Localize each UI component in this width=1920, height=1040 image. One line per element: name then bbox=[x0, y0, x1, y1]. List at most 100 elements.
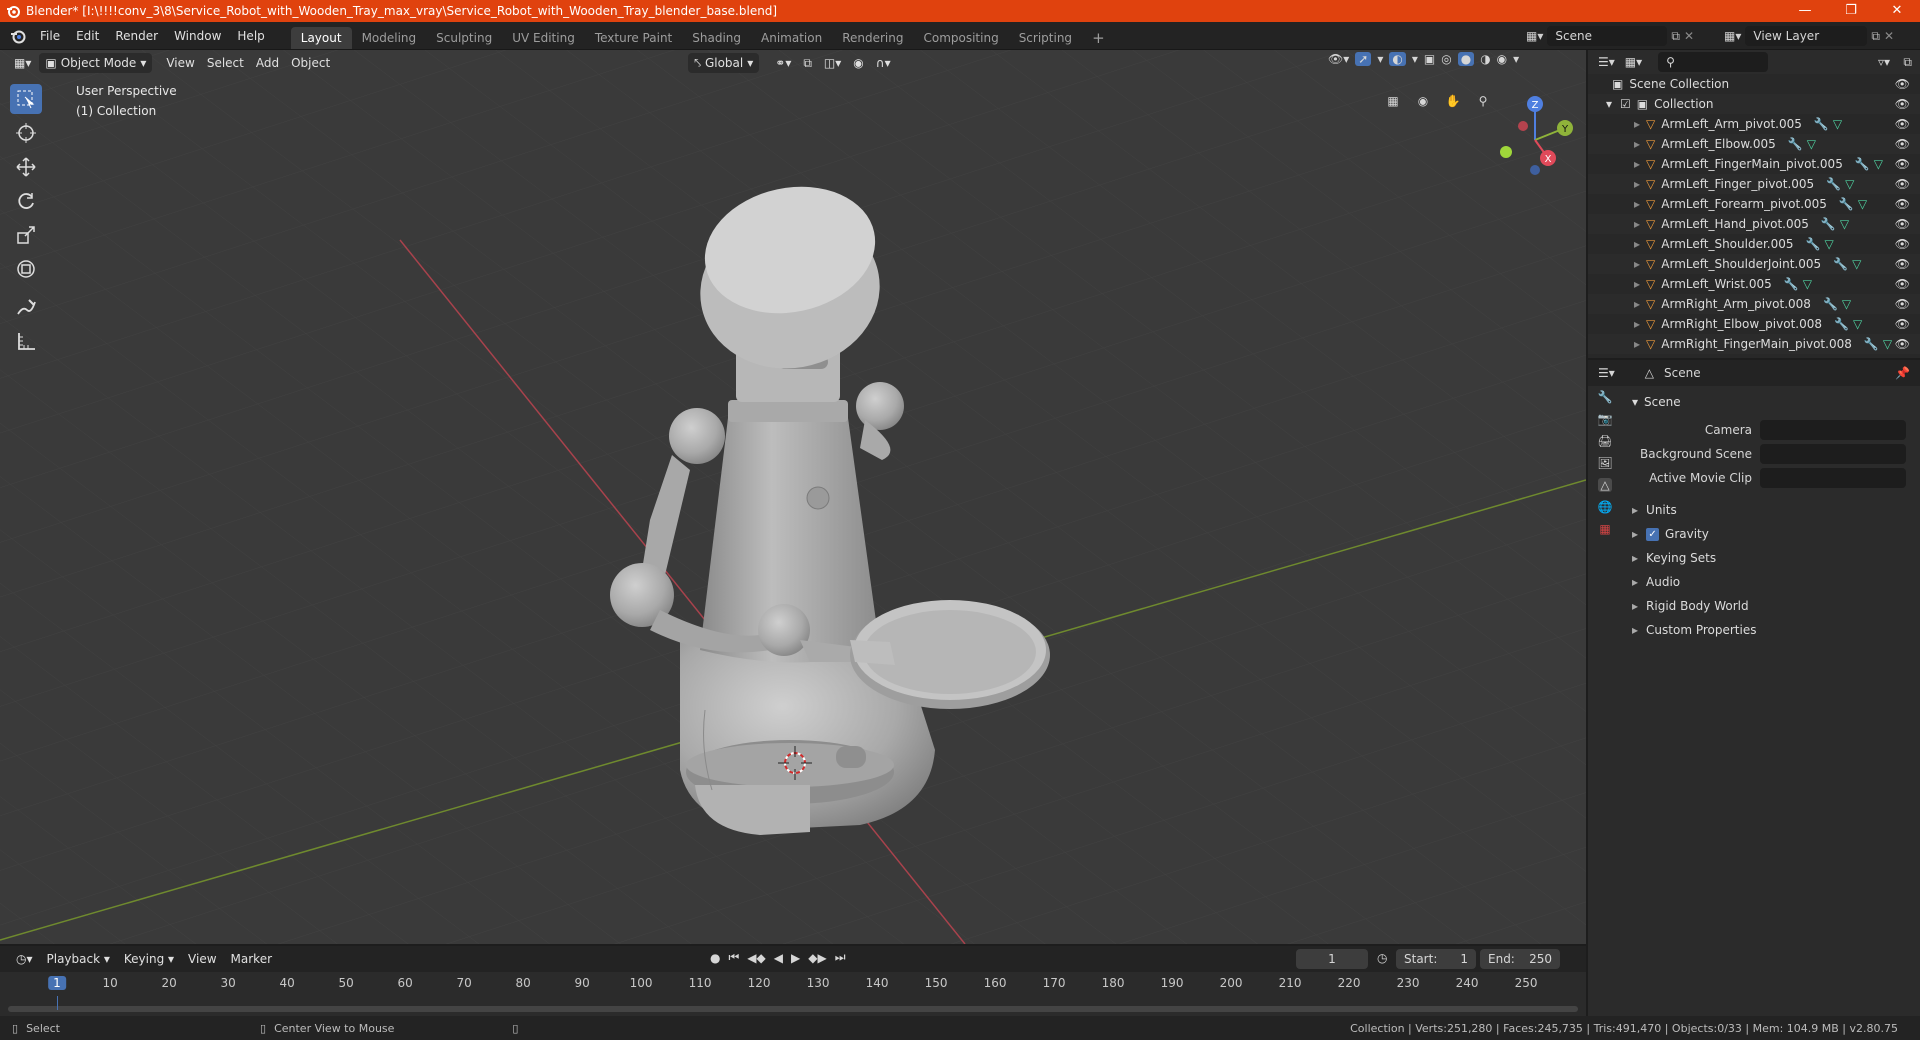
filter-icon[interactable]: ▿▾ bbox=[1878, 55, 1890, 69]
modifier-wrench-icon[interactable]: 🔧 bbox=[1814, 117, 1829, 131]
add-workspace-icon[interactable]: + bbox=[1082, 27, 1115, 49]
eye-icon[interactable]: 👁 bbox=[1895, 197, 1910, 211]
eye-icon[interactable]: 👁 bbox=[1895, 237, 1910, 251]
eye-icon[interactable]: 👁 bbox=[1895, 277, 1910, 291]
tab-shading[interactable]: Shading bbox=[682, 27, 751, 49]
gizmo-neg-y[interactable] bbox=[1500, 146, 1512, 158]
play-icon[interactable]: ▶ bbox=[791, 951, 800, 965]
frame-ruler[interactable]: 1 10 20 30 40 50 60 70 80 90 100 110 120 130 140 150 160… bbox=[0, 976, 1586, 996]
scene-selector-icon[interactable]: ▦▾ bbox=[1526, 29, 1543, 43]
outliner-scene-collection[interactable]: ▣ Scene Collection 👁 bbox=[1588, 74, 1920, 94]
gizmo-neg-x[interactable] bbox=[1518, 121, 1528, 131]
property-field[interactable] bbox=[1760, 444, 1906, 464]
annotate-icon[interactable] bbox=[10, 292, 42, 322]
modifier-wrench-icon[interactable]: 🔧 bbox=[1834, 317, 1849, 331]
property-field[interactable] bbox=[1760, 468, 1906, 488]
new-scene-icon[interactable]: ⧉ bbox=[1671, 29, 1680, 44]
eye-icon[interactable]: 👁 bbox=[1895, 317, 1910, 331]
tab-layout[interactable]: Layout bbox=[290, 26, 352, 49]
gizmo-neg-z[interactable] bbox=[1530, 165, 1540, 175]
mesh-data-icon[interactable]: ▽ bbox=[1842, 297, 1851, 311]
minimize-icon[interactable]: — bbox=[1782, 0, 1828, 22]
start-frame-field[interactable]: Start: 1 bbox=[1396, 949, 1476, 969]
blender-menu-icon[interactable] bbox=[10, 28, 26, 44]
menu-view[interactable]: View bbox=[160, 52, 200, 74]
expand-arrow-icon[interactable]: ▸ bbox=[1634, 277, 1640, 291]
gizmo-toggle-icon[interactable]: ➚ bbox=[1355, 52, 1372, 66]
eye-icon[interactable]: 👁 bbox=[1895, 217, 1910, 231]
jump-end-icon[interactable]: ⏭ bbox=[835, 950, 846, 965]
mesh-data-icon[interactable]: ▽ bbox=[1824, 237, 1833, 251]
modifier-wrench-icon[interactable]: 🔧 bbox=[1833, 257, 1848, 271]
outliner-object-row[interactable]: ▸ ▽ ArmLeft_Shoulder.005 🔧 ▽ 👁 bbox=[1588, 234, 1920, 254]
overlay-toggle-icon[interactable]: ◐ bbox=[1389, 52, 1406, 66]
camera-view-icon[interactable]: ◉ bbox=[1410, 88, 1436, 114]
pivot-point-icon[interactable]: ⚭▾ bbox=[769, 52, 797, 74]
timeline-editor-type-icon[interactable]: ◷▾ bbox=[10, 948, 39, 970]
new-collection-icon[interactable]: ⧉ bbox=[1903, 55, 1912, 70]
mesh-data-icon[interactable]: ▽ bbox=[1874, 157, 1883, 171]
view-layer-selector-icon[interactable]: ▦▾ bbox=[1724, 29, 1741, 43]
tab-compositing[interactable]: Compositing bbox=[913, 27, 1008, 49]
shading-material-icon[interactable]: ◑ bbox=[1480, 52, 1490, 66]
pan-hand-icon[interactable]: ✋ bbox=[1440, 88, 1466, 114]
move-icon[interactable] bbox=[10, 152, 42, 182]
section-header[interactable]: ▸ Audio bbox=[1622, 570, 1914, 594]
scene-field[interactable]: Scene bbox=[1547, 26, 1668, 46]
remove-view-layer-icon[interactable]: ✕ bbox=[1884, 29, 1894, 43]
outliner-object-row[interactable]: ▸ ▽ ArmLeft_Hand_pivot.005 🔧 ▽ 👁 bbox=[1588, 214, 1920, 234]
modifier-wrench-icon[interactable]: 🔧 bbox=[1821, 217, 1836, 231]
navigation-gizmo[interactable]: Z Y X bbox=[1490, 88, 1580, 178]
pin-icon[interactable]: 📌 bbox=[1895, 366, 1910, 380]
3d-viewport[interactable]: ▦▾ ▣ Object Mode ▾ View Select Add Objec… bbox=[0, 50, 1586, 944]
outliner-object-row[interactable]: ▸ ▽ ArmLeft_Arm_pivot.005 🔧 ▽ 👁 bbox=[1588, 114, 1920, 134]
tab-sculpting[interactable]: Sculpting bbox=[426, 27, 502, 49]
mesh-data-icon[interactable]: ▽ bbox=[1858, 197, 1867, 211]
jump-start-icon[interactable]: ⏮ bbox=[728, 950, 739, 965]
section-header[interactable]: ▸ ✓ Gravity bbox=[1622, 522, 1914, 546]
shading-solid-icon[interactable]: ● bbox=[1457, 52, 1475, 66]
overlay-dropdown-icon[interactable]: ▾ bbox=[1412, 52, 1418, 66]
clock-icon[interactable]: ◷ bbox=[1377, 951, 1387, 965]
maximize-icon[interactable]: ❐ bbox=[1828, 0, 1874, 22]
menu-playback[interactable]: Playback ▾ bbox=[41, 948, 116, 970]
expand-arrow-icon[interactable]: ▸ bbox=[1634, 117, 1640, 131]
mesh-data-icon[interactable]: ▽ bbox=[1840, 217, 1849, 231]
expand-arrow-icon[interactable]: ▸ bbox=[1634, 157, 1640, 171]
outliner-collection[interactable]: ▾ ☑ ▣ Collection 👁 bbox=[1588, 94, 1920, 114]
modifier-wrench-icon[interactable]: 🔧 bbox=[1806, 237, 1821, 251]
property-field[interactable] bbox=[1760, 420, 1906, 440]
mesh-data-icon[interactable]: ▽ bbox=[1833, 117, 1842, 131]
mesh-data-icon[interactable]: ▽ bbox=[1803, 277, 1812, 291]
modifier-wrench-icon[interactable]: 🔧 bbox=[1839, 197, 1854, 211]
properties-editor-type-icon[interactable]: ☰▾ bbox=[1598, 366, 1615, 380]
new-view-layer-icon[interactable]: ⧉ bbox=[1871, 29, 1880, 44]
visibility-filter-icon[interactable]: 👁▾ bbox=[1328, 52, 1349, 66]
cursor-icon[interactable] bbox=[10, 118, 42, 148]
outliner-object-row[interactable]: ▸ ▽ ArmRight_Arm_pivot.008 🔧 ▽ 👁 bbox=[1588, 294, 1920, 314]
outliner-object-row[interactable]: ▸ ▽ ArmRight_Elbow_pivot.008 🔧 ▽ 👁 bbox=[1588, 314, 1920, 334]
eye-icon[interactable]: 👁 bbox=[1895, 337, 1910, 351]
transform-icon[interactable] bbox=[10, 254, 42, 284]
menu-select[interactable]: Select bbox=[201, 52, 250, 74]
mode-dropdown[interactable]: ▣ Object Mode ▾ bbox=[39, 53, 153, 73]
select-box-icon[interactable] bbox=[10, 84, 42, 114]
xray-toggle-icon[interactable]: ▣ bbox=[1424, 52, 1435, 66]
tab-texture-paint[interactable]: Texture Paint bbox=[585, 27, 682, 49]
outliner-object-row[interactable]: ▸ ▽ ArmLeft_Finger_pivot.005 🔧 ▽ 👁 bbox=[1588, 174, 1920, 194]
modifier-wrench-icon[interactable]: 🔧 bbox=[1788, 137, 1803, 151]
menu-help[interactable]: Help bbox=[229, 22, 272, 50]
section-header[interactable]: ▸ Rigid Body World bbox=[1622, 594, 1914, 618]
modifier-wrench-icon[interactable]: 🔧 bbox=[1855, 157, 1870, 171]
editor-type-icon[interactable]: ▦▾ bbox=[8, 52, 37, 74]
expand-arrow-icon[interactable]: ▸ bbox=[1634, 317, 1640, 331]
outliner-editor-type-icon[interactable]: ☰▾ bbox=[1598, 55, 1615, 69]
tab-modeling[interactable]: Modeling bbox=[352, 27, 427, 49]
section-header[interactable]: ▸ Custom Properties bbox=[1622, 618, 1914, 642]
menu-render[interactable]: Render bbox=[107, 22, 166, 50]
measure-icon[interactable] bbox=[10, 326, 42, 356]
menu-timeline-view[interactable]: View bbox=[182, 948, 222, 970]
scale-icon[interactable] bbox=[10, 220, 42, 250]
mesh-data-icon[interactable]: ▽ bbox=[1852, 257, 1861, 271]
menu-window[interactable]: Window bbox=[166, 22, 229, 50]
